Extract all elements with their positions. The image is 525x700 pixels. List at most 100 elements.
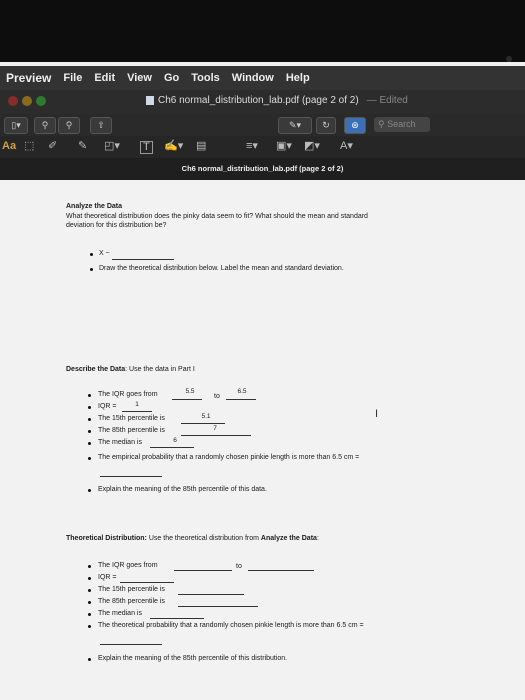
- p85-label-text: The 85th percentile is: [98, 427, 165, 434]
- sidebar-toggle-button[interactable]: ▯▾: [4, 117, 28, 134]
- text-selection-tool[interactable]: Aa: [2, 139, 16, 154]
- text-style-label: A: [340, 140, 348, 152]
- window-titlebar: Ch6 normal_distribution_lab.pdf (page 2 …: [0, 90, 525, 114]
- bullet: [88, 577, 91, 580]
- border-color-icon[interactable]: ▣▾: [276, 139, 292, 154]
- theoretical-probability-blank[interactable]: [100, 644, 162, 645]
- bullet: [88, 418, 91, 421]
- bullet: [90, 253, 93, 256]
- menu-tools[interactable]: Tools: [191, 72, 220, 84]
- p85-blank[interactable]: [181, 435, 251, 436]
- t-iqr-to-blank[interactable]: [248, 570, 314, 571]
- theoretical-explain-85th: Explain the meaning of the 85th percenti…: [98, 655, 288, 662]
- edited-status: — Edited: [366, 95, 408, 106]
- t-iqr-blank[interactable]: [120, 582, 174, 583]
- text-box-tool[interactable]: T: [140, 141, 153, 154]
- bullet: [88, 406, 91, 409]
- signature-icon[interactable]: ✍▾: [164, 139, 183, 154]
- bullet: [88, 442, 91, 445]
- iqr-to-value: 6.5: [237, 388, 247, 395]
- draw-icon[interactable]: ✎: [78, 139, 87, 154]
- menu-file[interactable]: File: [63, 72, 82, 84]
- close-window-button[interactable]: [8, 96, 18, 106]
- menu-go[interactable]: Go: [164, 72, 179, 84]
- draw-instruction: Draw the theoretical distribution below.…: [99, 265, 344, 272]
- p15-label: The 15th percentile is: [98, 415, 165, 422]
- iqr-value: 1: [135, 401, 139, 408]
- iqr-label: IQR =: [98, 403, 117, 410]
- markup-toolbar-button[interactable]: ⊛: [344, 117, 366, 134]
- t-p15-label: The 15th percentile is: [98, 586, 165, 593]
- t-iqr-from-label: The IQR goes from: [98, 562, 158, 569]
- menu-window[interactable]: Window: [232, 72, 274, 84]
- p15-label-text: The 15th percentile is: [98, 415, 165, 422]
- menu-app-preview[interactable]: Preview: [6, 71, 51, 85]
- p85-value: 7: [213, 425, 217, 432]
- fill-color-icon[interactable]: ◩▾: [304, 139, 320, 154]
- shape-style-icon[interactable]: ≡▾: [246, 139, 258, 154]
- search-input[interactable]: ⚲ Search: [374, 117, 430, 132]
- shapes-icon[interactable]: ◰▾: [104, 139, 120, 154]
- describe-heading-bold: Describe the Data: [66, 366, 126, 373]
- sketch-icon[interactable]: ✐: [48, 139, 57, 154]
- toolbar-primary: ▯▾ ⚲ ⚲ ⇧ ✎▾ ↻ ⊛ ⚲ Search: [0, 114, 525, 136]
- toolbar-markup: Aa ⬚ ✐ ✎ ◰▾ T ✍▾ ▤ ≡▾ ▣▾ ◩▾ A▾: [0, 136, 525, 158]
- document-title: Ch6 normal_distribution_lab.pdf (page 2 …: [181, 164, 344, 173]
- p15-value: 5.1: [201, 413, 211, 420]
- describe-heading: Describe the Data: Use the data in Part …: [66, 366, 195, 373]
- zoom-out-button[interactable]: ⚲: [34, 117, 56, 134]
- iqr-blank[interactable]: [122, 411, 152, 412]
- describe-explain-85th: Explain the meaning of the 85th percenti…: [98, 486, 267, 493]
- t-p85-blank[interactable]: [178, 606, 258, 607]
- analyze-question-line2: deviation for this distribution be?: [66, 222, 167, 229]
- document-title-bar: Ch6 normal_distribution_lab.pdf (page 2 …: [0, 158, 525, 180]
- search-icon: ⚲: [378, 119, 388, 129]
- analyze-heading: Analyze the Data: [66, 203, 123, 210]
- distribution-answer-blank[interactable]: [112, 259, 174, 260]
- bullet: [88, 625, 91, 628]
- theoretical-heading: Theoretical Distribution: Use the theore…: [66, 535, 319, 542]
- zoom-in-button[interactable]: ⚲: [58, 117, 80, 134]
- t-iqr-label: IQR =: [98, 574, 117, 581]
- search-placeholder: Search: [387, 119, 416, 129]
- text-style-button[interactable]: A▾: [340, 139, 353, 154]
- median-blank[interactable]: [150, 447, 194, 448]
- theoretical-heading-end: :: [316, 535, 319, 542]
- rect-selection-icon[interactable]: ⬚: [24, 139, 34, 154]
- menu-help[interactable]: Help: [286, 72, 310, 84]
- zoom-window-button[interactable]: [36, 96, 46, 106]
- empirical-probability-question: The empirical probability that a randoml…: [98, 454, 360, 461]
- theoretical-probability-question: The theoretical probability that a rando…: [98, 622, 364, 629]
- note-icon[interactable]: ▤: [196, 139, 206, 154]
- t-median-label: The median is: [98, 610, 142, 617]
- iqr-from-blank[interactable]: [172, 399, 202, 400]
- bullet: [88, 394, 91, 397]
- dark-background: [0, 0, 525, 62]
- analyze-question-line1: What theoretical distribution does the p…: [66, 213, 368, 220]
- menu-view[interactable]: View: [127, 72, 152, 84]
- iqr-from-value: 5.5: [185, 388, 195, 395]
- distribution-notation-label: X ~: [99, 250, 110, 257]
- bullet: [88, 430, 91, 433]
- p15-blank[interactable]: [181, 423, 225, 424]
- text-cursor-icon: I: [375, 408, 379, 420]
- t-p85-label: The 85th percentile is: [98, 598, 165, 605]
- share-button[interactable]: ⇧: [90, 117, 112, 134]
- minimize-window-button[interactable]: [22, 96, 32, 106]
- markup-pen-button[interactable]: ✎▾: [278, 117, 312, 134]
- bullet: [88, 613, 91, 616]
- camera-dot: [506, 56, 512, 62]
- window-title-text: Ch6 normal_distribution_lab.pdf (page 2 …: [158, 95, 359, 106]
- menu-edit[interactable]: Edit: [94, 72, 115, 84]
- empirical-probability-blank[interactable]: [100, 476, 162, 477]
- median-label: The median is: [98, 439, 142, 446]
- t-iqr-from-blank[interactable]: [174, 570, 232, 571]
- rotate-button[interactable]: ↻: [316, 117, 336, 134]
- iqr-to-label: to: [214, 393, 220, 400]
- iqr-to-blank[interactable]: [226, 399, 256, 400]
- describe-heading-rest: : Use the data in Part I: [125, 366, 195, 373]
- t-p15-blank[interactable]: [178, 594, 244, 595]
- t-median-blank[interactable]: [150, 618, 204, 619]
- theoretical-heading-bold: Theoretical Distribution:: [66, 535, 147, 542]
- bullet: [88, 565, 91, 568]
